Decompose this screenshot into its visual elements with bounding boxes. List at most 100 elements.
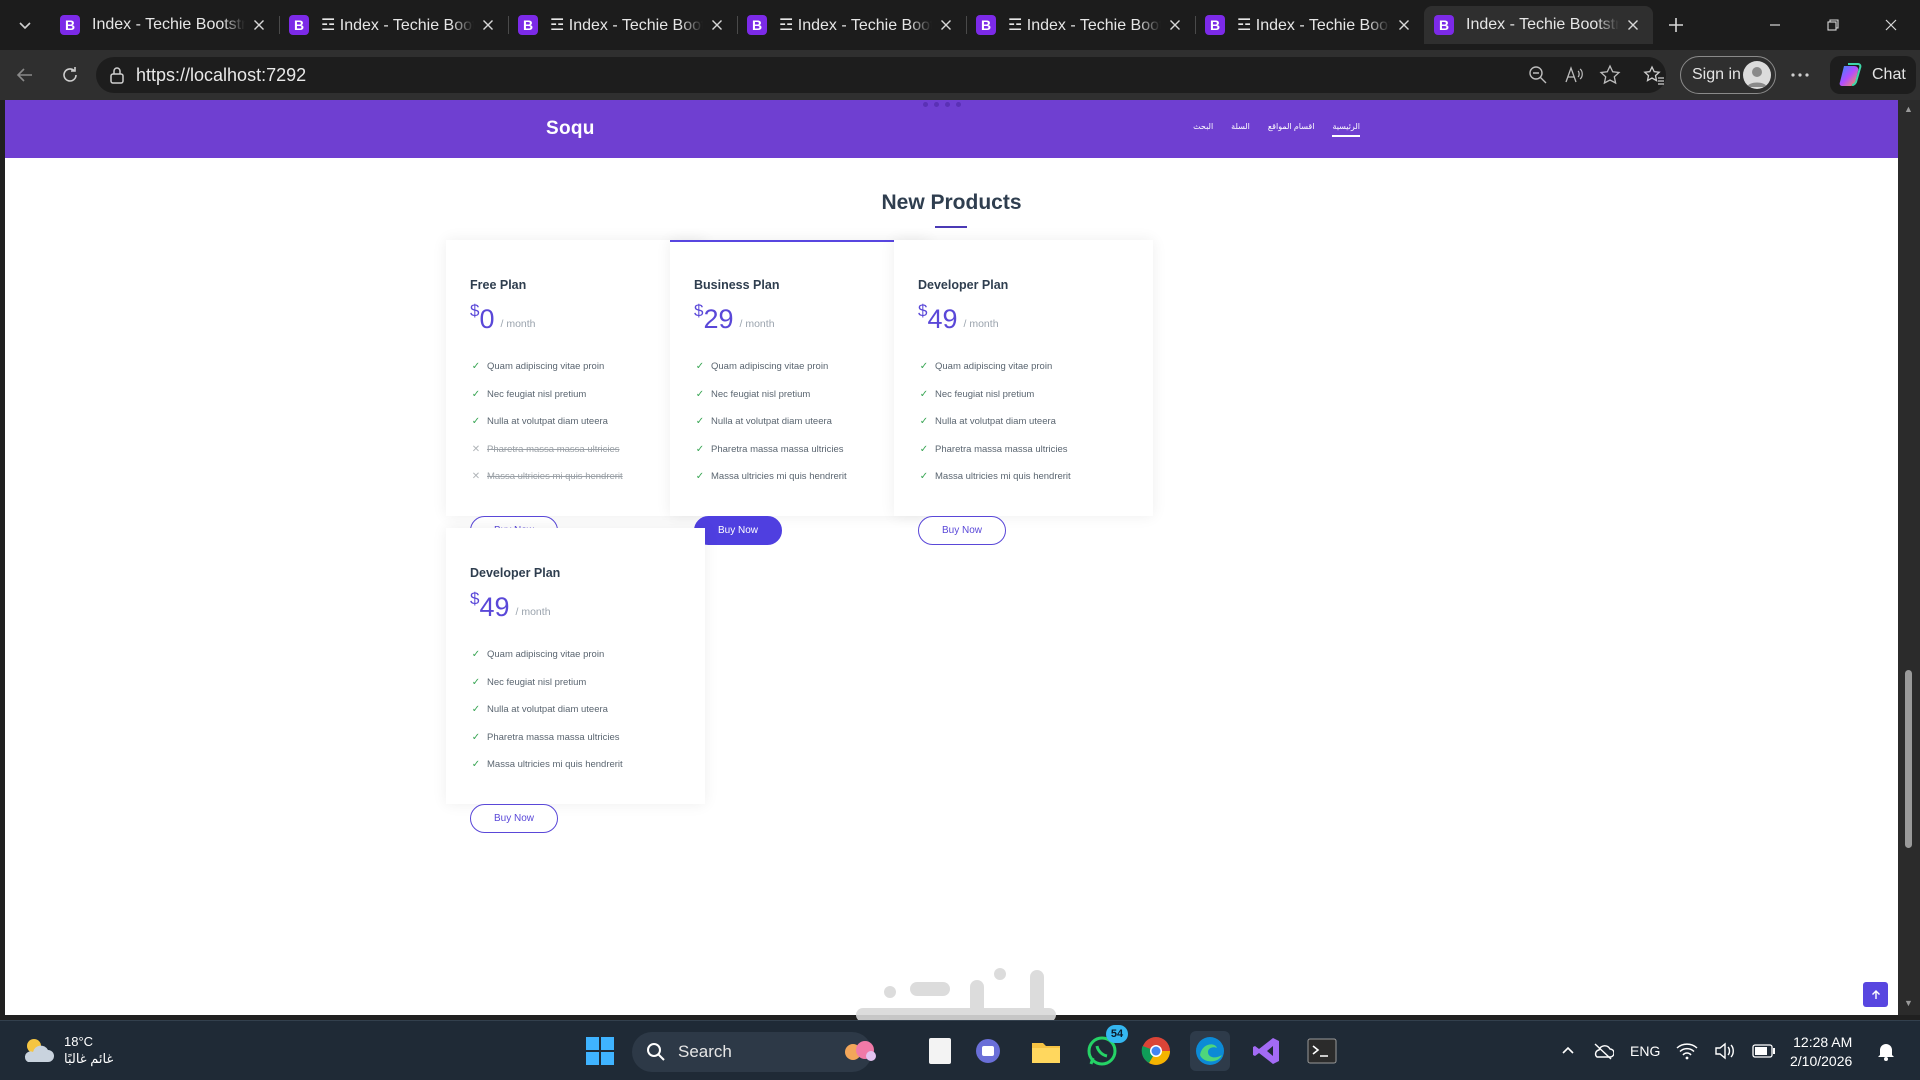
scroll-down-arrow-icon[interactable]: ▼ [1904,998,1913,1008]
volume-icon[interactable] [1714,1042,1736,1060]
close-tab-icon[interactable] [707,15,727,35]
plan-features: ✓ Quam adipiscing vitae proin ✓ Nec feugiat… [918,353,1129,491]
check-icon: ✓ [695,361,705,373]
back-button[interactable] [7,59,43,91]
browser-tab[interactable]: B ☲ Index - Techie Bootstrap [508,6,737,44]
page-viewport: Soqu الرئيسية اقسام المواقع السلة البحث New… [5,100,1898,1015]
check-icon: ✓ [471,416,481,428]
feature-text: Quam adipiscing vitae proin [487,361,605,373]
plan-feature: ✓ Nec feugiat nisl pretium [470,381,681,409]
edge-app[interactable] [1190,1031,1230,1071]
browser-toolbar: https://localhost:7292 Sign in Chat [0,50,1920,100]
teams-app[interactable] [968,1031,1008,1071]
bootstrap-favicon-icon: B [747,15,767,35]
copilot-chat-button[interactable]: Chat [1830,56,1916,94]
pricing-card: Developer Plan $49 / month ✓ Quam adipiscing… [446,528,705,833]
nav-link[interactable]: الرئيسية [1332,122,1360,137]
feature-text: Quam adipiscing vitae proin [487,649,605,661]
url-text[interactable]: https://localhost:7292 [136,65,306,86]
tab-actions-menu-button[interactable] [6,9,44,41]
windows-logo-icon [586,1037,614,1065]
close-tab-icon[interactable] [936,15,956,35]
nav-link[interactable]: البحث [1193,122,1213,137]
close-tab-icon[interactable] [1394,15,1414,35]
check-icon: ✓ [919,416,929,428]
check-icon: ✓ [695,471,705,483]
tab-title: ☲ Index - Techie Bootstrap [1237,17,1390,34]
plan-feature: ✓ Pharetra massa massa ultricies [694,436,905,464]
language-indicator[interactable]: ENG [1630,1043,1660,1059]
start-button[interactable] [580,1031,620,1071]
notifications-button[interactable] [1866,1031,1906,1071]
read-aloud-icon[interactable] [1562,64,1586,86]
onedrive-status[interactable] [1592,1042,1614,1060]
plan-feature: ✓ Massa ultricies mi quis hendrerit [918,463,1129,491]
file-explorer-app[interactable] [1026,1031,1066,1071]
zoom-out-icon[interactable] [1526,64,1550,86]
check-icon: ✓ [471,388,481,400]
browser-tab[interactable]: B Index - Techie Bootstrap [50,6,279,44]
terminal-app[interactable] [1302,1031,1342,1071]
nav-link[interactable]: اقسام المواقع [1268,122,1315,137]
back-to-top-button[interactable] [1863,982,1888,1007]
battery-icon[interactable] [1752,1044,1776,1058]
chat-label: Chat [1872,66,1906,83]
nav-link[interactable]: السلة [1231,122,1250,137]
close-tab-icon[interactable] [478,15,498,35]
plan-feature: ✕ Massa ultricies mi quis hendrerit [470,463,681,491]
close-icon [1885,19,1897,31]
visual-studio-app[interactable] [1246,1031,1286,1071]
wifi-icon[interactable] [1676,1042,1698,1060]
star-icon[interactable] [1598,64,1622,86]
more-options-button[interactable] [1782,59,1818,91]
browser-tab[interactable]: B Index - Techie Bootstrap [1424,6,1653,44]
page-scrollbar[interactable]: ▲ ▼ [1898,100,1920,1015]
feature-text: Pharetra massa massa ultricies [487,443,620,455]
site-logo[interactable]: Soqu [546,118,595,140]
sign-in-button[interactable]: Sign in [1680,56,1776,94]
buy-now-button[interactable]: Buy Now [694,515,782,545]
close-tab-icon[interactable] [1623,15,1643,35]
sign-in-label: Sign in [1692,66,1741,83]
show-hidden-icons-button[interactable] [1560,1043,1576,1059]
bell-icon [1878,1044,1894,1061]
search-label: Search [678,1042,732,1061]
close-window-button[interactable] [1868,8,1914,42]
price-period: / month [739,318,775,330]
address-bar[interactable]: https://localhost:7292 [96,57,1666,93]
whatsapp-app[interactable]: 54 [1082,1025,1128,1071]
lock-icon[interactable] [106,64,128,86]
plan-feature: ✓ Quam adipiscing vitae proin [918,353,1129,381]
browser-tab[interactable]: B ☲ Index - Techie Bootstrap [279,6,508,44]
buy-now-button[interactable]: Buy Now [918,515,1006,545]
pricing-card: Developer Plan $49 / month ✓ Quam adipiscing… [894,240,1153,545]
file-explorer-app-2[interactable] [920,1031,960,1071]
favorites-button[interactable] [1636,59,1672,91]
search-icon [647,1043,665,1061]
chrome-app[interactable] [1136,1031,1176,1071]
check-icon: ✓ [919,471,929,483]
tab-title: ☲ Index - Techie Bootstrap [1008,17,1161,34]
close-tab-icon[interactable] [1165,15,1185,35]
browser-tab[interactable]: B ☲ Index - Techie Bootstrap [1195,6,1424,44]
close-tab-icon[interactable] [249,15,269,35]
scrollbar-thumb[interactable] [1905,670,1912,848]
buy-now-button[interactable]: Buy Now [470,803,558,833]
minimize-button[interactable] [1752,8,1798,42]
feature-text: Pharetra massa massa ultricies [935,443,1068,455]
browser-tab[interactable]: B ☲ Index - Techie Bootstrap [966,6,1195,44]
main-nav: الرئيسية اقسام المواقع السلة البحث [1193,122,1360,137]
refresh-button[interactable] [52,59,88,91]
widgets-app[interactable] [840,1031,880,1071]
new-tab-button[interactable] [1658,9,1694,41]
scroll-up-arrow-icon[interactable]: ▲ [1904,104,1913,114]
x-icon: ✕ [471,443,481,455]
taskbar-clock[interactable]: 12:28 AM 2/10/2026 [1790,1033,1852,1071]
check-icon: ✓ [471,676,481,688]
browser-tab[interactable]: B ☲ Index - Techie Bootstrap [737,6,966,44]
check-icon: ✓ [919,443,929,455]
weather-widget[interactable]: 18°C غائم غالبًا [20,1033,113,1067]
restore-button[interactable] [1810,8,1856,42]
taskbar-search[interactable]: Search [632,1032,872,1072]
check-icon: ✓ [471,759,481,771]
